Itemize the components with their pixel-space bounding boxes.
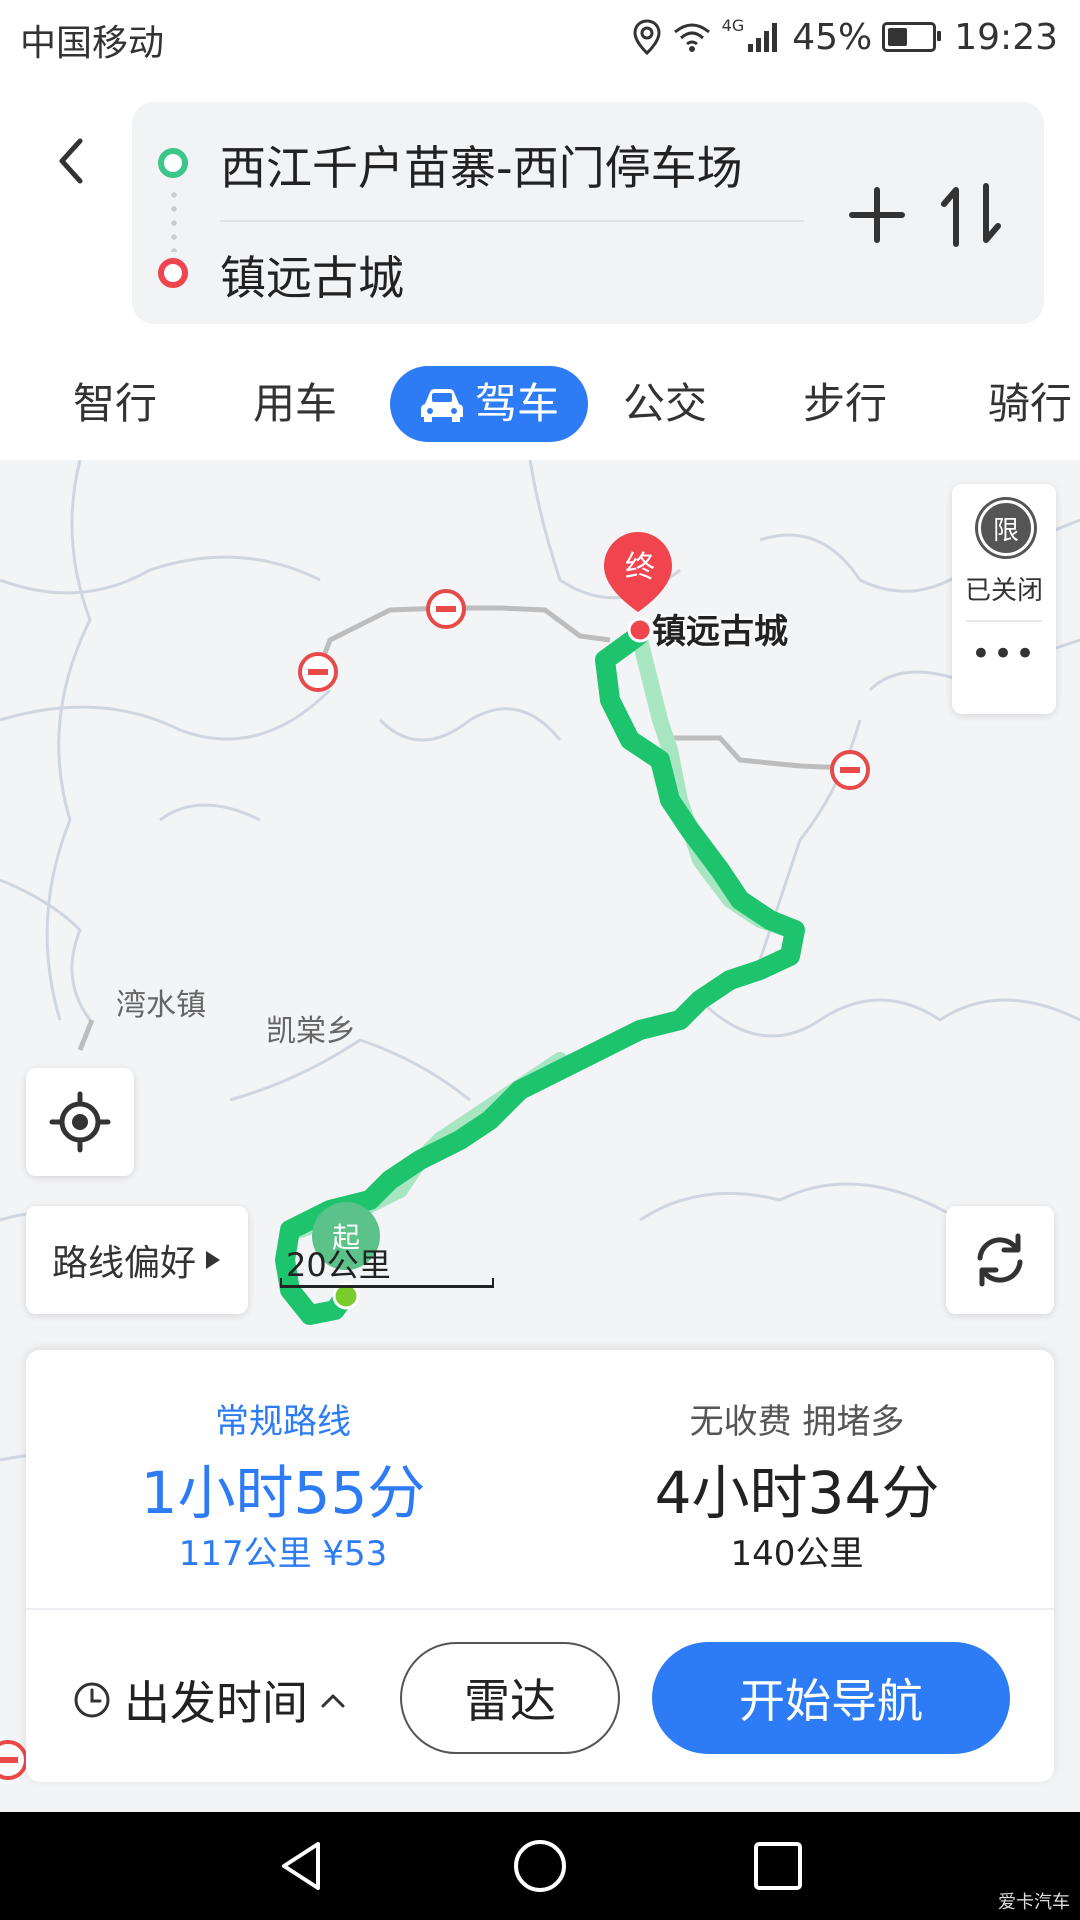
- location-icon: [633, 19, 661, 55]
- card-divider: [26, 1608, 1054, 1610]
- route-option-toll-free[interactable]: 无收费 拥堵多 4小时34分 140公里: [540, 1350, 1054, 1608]
- status-icons: 4G 45% 19:23: [632, 12, 1058, 62]
- tab-bike-label: 骑行: [988, 379, 1073, 428]
- route-option-regular[interactable]: 常规路线 1小时55分 117公里 ¥53: [26, 1350, 540, 1608]
- destination-label: 镇远古城: [652, 612, 788, 652]
- tab-car-hailing[interactable]: 用车: [220, 366, 370, 442]
- route-option-info: 117公里 ¥53: [178, 1534, 388, 1574]
- clock-icon: [74, 1682, 110, 1718]
- tab-drive-label: 驾车: [474, 379, 559, 428]
- tab-bike[interactable]: 骑行: [970, 366, 1080, 442]
- battery-percent: 45%: [792, 16, 873, 58]
- route-options-card: 常规路线 1小时55分 117公里 ¥53 无收费 拥堵多 4小时34分 140…: [26, 1350, 1054, 1782]
- plus-icon: [849, 187, 905, 243]
- network-type: 4G: [721, 16, 745, 35]
- side-panel-divider: [966, 620, 1042, 622]
- place-label: 湾水镇: [116, 988, 206, 1023]
- tab-drive[interactable]: 驾车: [390, 366, 588, 442]
- route-option-duration: 1小时55分: [140, 1459, 426, 1527]
- battery-icon: [882, 22, 942, 52]
- triangle-right-icon: [206, 1251, 220, 1269]
- locate-me-button[interactable]: [26, 1068, 134, 1176]
- radar-button[interactable]: 雷达: [400, 1642, 620, 1754]
- tab-transit[interactable]: 公交: [590, 366, 740, 442]
- status-bar: 中国移动 4G 45% 19:23: [0, 0, 1080, 76]
- end-location-field[interactable]: 镇远古城: [220, 242, 404, 308]
- route-option-duration: 4小时34分: [654, 1459, 940, 1527]
- traffic-limit-icon[interactable]: 限: [978, 500, 1034, 556]
- route-preference-label: 路线偏好: [51, 1243, 196, 1284]
- map-scale-bar: [280, 1278, 494, 1288]
- back-button[interactable]: [46, 126, 96, 196]
- swap-route-button[interactable]: [938, 180, 1004, 250]
- crosshair-icon: [49, 1091, 111, 1153]
- recents-square-icon[interactable]: [748, 1836, 808, 1896]
- start-dot-icon: [158, 148, 188, 178]
- alt-route-line: [292, 632, 798, 1238]
- destination-marker-label: 终: [625, 550, 655, 585]
- start-navigation-button[interactable]: 开始导航: [652, 1642, 1010, 1754]
- tab-walk[interactable]: 步行: [770, 366, 920, 442]
- wifi-icon: [673, 23, 710, 52]
- route-divider: [220, 220, 804, 222]
- clock: 19:23: [954, 16, 1058, 58]
- route-connector: [171, 188, 177, 252]
- chevron-left-icon: [59, 138, 83, 184]
- refresh-route-button[interactable]: [946, 1206, 1054, 1314]
- home-circle-icon[interactable]: [510, 1836, 570, 1896]
- route-option-label: 常规路线: [215, 1402, 351, 1442]
- tab-smart[interactable]: 智行: [40, 366, 190, 442]
- transport-mode-tabs: 智行 用车 驾车 公交 步行 骑行: [0, 352, 1080, 448]
- system-navigation-bar: 爱卡汽车: [0, 1812, 1080, 1920]
- map-side-panel: 限 已关闭 •••: [952, 484, 1056, 714]
- watermark: 爱卡汽车: [998, 1892, 1070, 1913]
- swap-icon: [941, 183, 1001, 247]
- refresh-icon: [977, 1233, 1023, 1287]
- depart-time-button[interactable]: 出发时间: [72, 1662, 346, 1738]
- route-option-label: 无收费 拥堵多: [689, 1402, 905, 1442]
- carrier-name: 中国移动: [20, 23, 165, 64]
- route-header: 西江千户苗寨-西门停车场 镇远古城 智行 用车 驾车 公交 步行 骑行: [0, 76, 1080, 460]
- depart-time-label: 出发时间: [124, 1676, 308, 1730]
- add-waypoint-button[interactable]: [844, 182, 910, 248]
- place-label: 凯棠乡: [266, 1014, 356, 1049]
- start-location-field[interactable]: 西江千户苗寨-西门停车场: [220, 132, 743, 198]
- route-option-info: 140公里: [730, 1534, 864, 1574]
- end-dot-icon: [158, 258, 188, 288]
- signal-icon: [748, 23, 778, 52]
- more-options-button[interactable]: •••: [952, 634, 1056, 694]
- route-preference-button[interactable]: 路线偏好: [26, 1206, 248, 1314]
- traffic-limit-status: 已关闭: [964, 576, 1043, 606]
- route-input-box: 西江千户苗寨-西门停车场 镇远古城: [132, 102, 1044, 324]
- car-icon: [420, 389, 463, 422]
- chevron-up-icon: [321, 1694, 345, 1708]
- back-triangle-icon[interactable]: [272, 1836, 332, 1896]
